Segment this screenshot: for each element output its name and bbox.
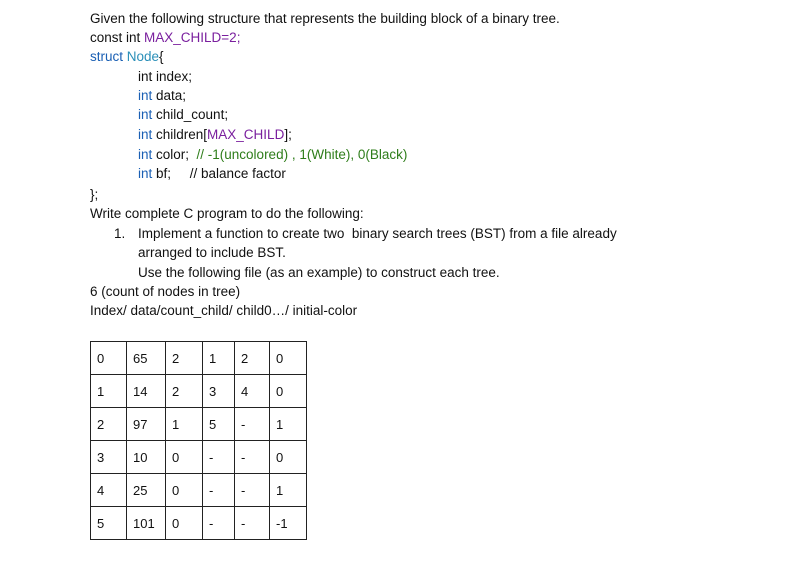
table-row: 3 10 0- -0 xyxy=(90,440,307,474)
table-row: 5 101 0- - -1 xyxy=(90,506,307,540)
table-cell: 0 xyxy=(269,440,307,474)
field-data: int data; xyxy=(138,87,186,105)
task-item-line2: arranged to include BST. xyxy=(138,245,286,260)
const-name: MAX_CHILD=2; xyxy=(144,30,241,45)
table-cell: - xyxy=(202,506,235,540)
table-row: 0 65 2 1 2 0 xyxy=(90,341,307,375)
table-cell: 1 xyxy=(269,473,307,507)
table-cell: - xyxy=(202,440,235,474)
task-item-number: 1. xyxy=(114,226,126,241)
struct-brace: { xyxy=(159,49,164,64)
table-cell: 0 xyxy=(269,341,307,375)
table-cell: - xyxy=(234,440,270,474)
table-cell: 0 xyxy=(90,341,127,375)
field-decl: data; xyxy=(152,88,187,103)
field-decl: index; xyxy=(152,69,193,84)
field-decl: bf; xyxy=(152,166,190,181)
const-declaration: const int MAX_CHILD=2; xyxy=(90,29,240,47)
table-cell: 0 xyxy=(165,473,203,507)
node-table: 0 65 2 1 2 0 1 14 2 3 4 0 2 97 1 5-1 3 10 0- -0 4 25 0- -1 5 101 0… xyxy=(90,341,307,540)
format-line: Index/ data/count_child/ child0…/ initia… xyxy=(90,303,358,318)
table-cell: 65 xyxy=(126,341,166,375)
field-decl: children[ xyxy=(152,127,208,142)
field-type: int xyxy=(138,88,153,103)
table-row: 1 14 2 3 4 0 xyxy=(90,374,307,408)
table-cell: 0 xyxy=(165,506,203,540)
table-cell: 2 xyxy=(90,407,127,441)
table-cell: 1 xyxy=(202,341,235,375)
table-cell: 0 xyxy=(165,440,203,474)
field-comment: // -1(uncolored) , 1(White), 0(Black) xyxy=(196,147,408,162)
table-cell: - xyxy=(234,407,270,441)
table-cell: 14 xyxy=(126,374,166,408)
table-row: 2 97 1 5-1 xyxy=(90,407,307,441)
field-decl-end: ]; xyxy=(284,127,292,142)
field-children: int children[MAX_CHILD]; xyxy=(138,126,292,144)
task-item-line3: Use the following file (as an example) t… xyxy=(138,265,500,280)
table-cell: - xyxy=(234,506,270,540)
field-type: int xyxy=(138,107,153,122)
table-cell: 1 xyxy=(90,374,127,408)
table-cell: 25 xyxy=(126,473,166,507)
table-cell: 0 xyxy=(269,374,307,408)
const-prefix: const int xyxy=(90,30,145,45)
table-cell: 2 xyxy=(234,341,270,375)
field-decl: child_count; xyxy=(152,107,229,122)
table-cell: - xyxy=(234,473,270,507)
field-index: int index; xyxy=(138,68,192,86)
field-type: int xyxy=(138,147,153,162)
field-type: int xyxy=(138,69,153,84)
table-cell: 2 xyxy=(165,374,203,408)
table-cell: 4 xyxy=(234,374,270,408)
field-decl: color; xyxy=(152,147,197,162)
count-line: 6 (count of nodes in tree) xyxy=(90,284,241,299)
struct-declaration: struct Node{ xyxy=(90,48,164,66)
task-item-line1: Implement a function to create two binar… xyxy=(138,226,617,241)
table-cell: 2 xyxy=(165,341,203,375)
field-bf: int bf; // balance factor xyxy=(138,165,286,183)
table-cell: 4 xyxy=(90,473,127,507)
task-heading: Write complete C program to do the follo… xyxy=(90,206,364,221)
field-type: int xyxy=(138,127,153,142)
field-child-count: int child_count; xyxy=(138,106,228,124)
table-cell: 10 xyxy=(126,440,166,474)
table-cell: 97 xyxy=(126,407,166,441)
field-macro: MAX_CHILD xyxy=(207,127,285,142)
struct-name: Node xyxy=(126,49,160,64)
table-row: 4 25 0- -1 xyxy=(90,473,307,507)
field-color: int color; // -1(uncolored) , 1(White), … xyxy=(138,146,407,164)
table-cell: 5 xyxy=(202,407,235,441)
table-cell: 1 xyxy=(269,407,307,441)
intro-text: Given the following structure that repre… xyxy=(90,11,560,26)
table-cell: 3 xyxy=(90,440,127,474)
table-cell: 1 xyxy=(165,407,203,441)
table-cell: 101 xyxy=(126,506,166,540)
table-cell: 3 xyxy=(202,374,235,408)
table-cell: -1 xyxy=(269,506,307,540)
field-comment: // balance factor xyxy=(189,166,286,181)
table-cell: - xyxy=(202,473,235,507)
struct-close: }; xyxy=(90,187,99,202)
table-cell: 5 xyxy=(90,506,127,540)
field-type: int xyxy=(138,166,153,181)
struct-keyword: struct xyxy=(90,49,127,64)
